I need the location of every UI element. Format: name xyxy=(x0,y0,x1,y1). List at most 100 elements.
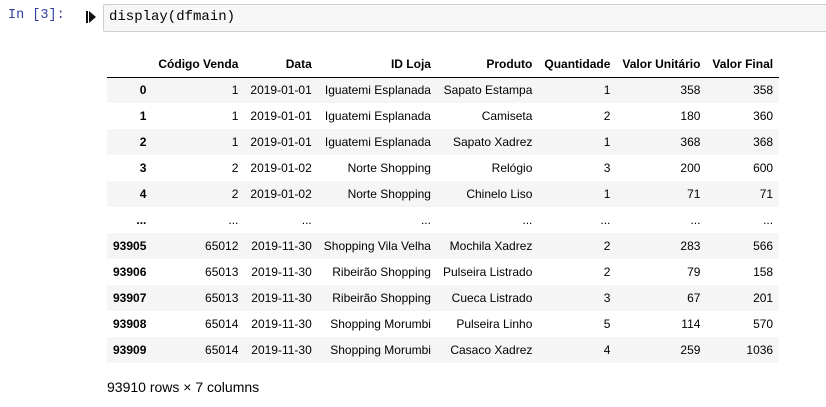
table-cell: 283 xyxy=(680,239,701,253)
table-cell: 2 xyxy=(603,265,611,279)
index-header xyxy=(107,51,153,78)
table-cell: 2 xyxy=(231,187,239,201)
table-cell: ... xyxy=(420,213,431,227)
column-header: ID Loja xyxy=(317,51,437,78)
row-index: ... xyxy=(136,213,147,227)
table-cell: Iguatemi Esplanada xyxy=(324,109,431,123)
row-index: 4 xyxy=(139,187,147,201)
table-cell: 67 xyxy=(687,291,701,305)
table-cell: Iguatemi Esplanada xyxy=(324,135,431,149)
table-cell: Norte Shopping xyxy=(347,187,431,201)
table-row: 93908 65014 2019-11-30 Shopping Morumbi Puls… xyxy=(107,311,779,337)
table-cell: 1 xyxy=(231,135,239,149)
dataframe-table: Código Venda Data ID Loja Produto Quantidade… xyxy=(107,51,780,363)
table-cell: 2019-11-30 xyxy=(251,291,312,305)
row-index: 93907 xyxy=(113,291,147,305)
table-cell: 2019-01-01 xyxy=(250,109,312,123)
table-cell: 600 xyxy=(753,161,774,175)
column-header: Quantidade xyxy=(538,51,617,78)
table-cell: Shopping Morumbi xyxy=(330,317,431,331)
table-cell: Sapato Estampa xyxy=(443,83,533,98)
table-cell: ... xyxy=(763,213,774,227)
table-cell: Pulseira Listrado xyxy=(442,265,533,279)
table-cell: 2019-11-30 xyxy=(251,343,312,357)
table-row: 93905 65012 2019-11-30 Shopping Vila Velha M… xyxy=(107,233,780,259)
table-cell: ... xyxy=(690,213,701,227)
table-row: 93909 65014 2019-11-30 Shopping Morumbi Casa… xyxy=(107,337,780,363)
table-cell: 570 xyxy=(753,317,774,331)
table-cell: 65014 xyxy=(205,317,239,331)
table-cell: Ribeirão Shopping xyxy=(332,265,431,279)
table-cell: 180 xyxy=(680,109,701,123)
table-cell: Camiseta xyxy=(481,109,533,123)
table-cell: 2019-11-30 xyxy=(251,317,312,331)
code-text: display(dfmain) xyxy=(109,9,236,25)
column-header: Valor Unitário xyxy=(616,51,707,78)
table-cell: Relógio xyxy=(491,161,533,175)
table-cell: Ribeirão Shopping xyxy=(332,291,431,305)
table-cell: 2019-01-02 xyxy=(250,161,312,175)
run-arrow-icon[interactable] xyxy=(86,11,97,23)
table-cell: 3 xyxy=(603,291,611,305)
table-cell: 2019-11-30 xyxy=(251,239,312,253)
column-header: Código Venda xyxy=(152,51,245,78)
table-cell: 1036 xyxy=(746,343,774,357)
table-row: 93907 65013 2019-11-30 Ribeirão Shopping Cue… xyxy=(107,285,780,311)
table-cell: ... xyxy=(228,213,239,227)
table-cell: Mochila Xadrez xyxy=(449,239,533,253)
cell-prompt: In [3]: xyxy=(8,8,65,23)
table-cell: 65012 xyxy=(205,239,239,253)
column-header: Produto xyxy=(436,51,539,78)
table-cell: 4 xyxy=(603,343,611,357)
table-cell: 1 xyxy=(231,83,239,98)
table-cell: 368 xyxy=(753,135,774,149)
row-index: 93906 xyxy=(113,265,147,279)
table-cell: 1 xyxy=(603,135,611,149)
table-cell: 1 xyxy=(603,83,611,98)
table-cell: Casaco Xadrez xyxy=(450,343,533,357)
row-index: 93909 xyxy=(113,343,147,357)
table-row: ........................ xyxy=(107,207,779,233)
table-cell: Shopping Morumbi xyxy=(330,343,431,357)
row-index: 93908 xyxy=(113,317,147,331)
table-cell: 2 xyxy=(603,239,611,253)
table-cell: 1 xyxy=(231,109,239,123)
code-input[interactable]: display(dfmain) xyxy=(103,4,826,32)
table-cell: 566 xyxy=(753,239,774,253)
table-cell: Chinelo Liso xyxy=(466,187,533,201)
table-cell: 65013 xyxy=(205,291,239,305)
table-cell: 114 xyxy=(681,317,701,331)
table-cell: Norte Shopping xyxy=(347,161,431,175)
table-row: 3 2 2019-01-02 Norte Shopping Relógio 3 200 600 xyxy=(107,155,779,181)
row-index: 3 xyxy=(139,161,147,175)
table-cell: 2019-11-30 xyxy=(251,265,312,279)
table-row: 1 1 2019-01-01 Iguatemi Esplanada Camiseta 2 1… xyxy=(107,103,779,129)
table-cell: 71 xyxy=(687,187,701,201)
table-cell: ... xyxy=(301,213,312,227)
table-cell: 2 xyxy=(603,109,611,123)
column-header: Valor Final xyxy=(706,51,780,78)
row-index: 93905 xyxy=(113,239,147,253)
table-row: 93906 65013 2019-11-30 Ribeirão Shopping Pul… xyxy=(107,259,779,285)
table-cell: 79 xyxy=(687,265,701,279)
table-header-row: Código Venda Data ID Loja Produto Quantidade… xyxy=(107,51,780,78)
row-index: 1 xyxy=(139,109,147,123)
table-cell: 368 xyxy=(680,135,701,149)
table-cell: ... xyxy=(600,213,611,227)
table-cell: 65013 xyxy=(205,265,239,279)
table-cell: Shopping Vila Velha xyxy=(323,239,431,253)
table-cell: ... xyxy=(522,213,533,227)
table-cell: 3 xyxy=(603,161,611,175)
table-cell: 201 xyxy=(753,291,774,305)
table-cell: 158 xyxy=(753,265,774,279)
table-cell: 2019-01-02 xyxy=(250,187,312,201)
table-cell: Cueca Listrado xyxy=(451,291,533,305)
table-row: 2 1 2019-01-01 Iguatemi Esplanada Sapato Xad… xyxy=(107,129,780,155)
table-cell: 5 xyxy=(603,317,611,331)
table-cell: 358 xyxy=(753,83,774,98)
row-index: 2 xyxy=(139,135,147,149)
table-cell: 65014 xyxy=(205,343,239,357)
row-index: 0 xyxy=(139,83,147,98)
table-cell: 2019-01-01 xyxy=(250,135,312,149)
table-cell: 259 xyxy=(680,343,701,357)
